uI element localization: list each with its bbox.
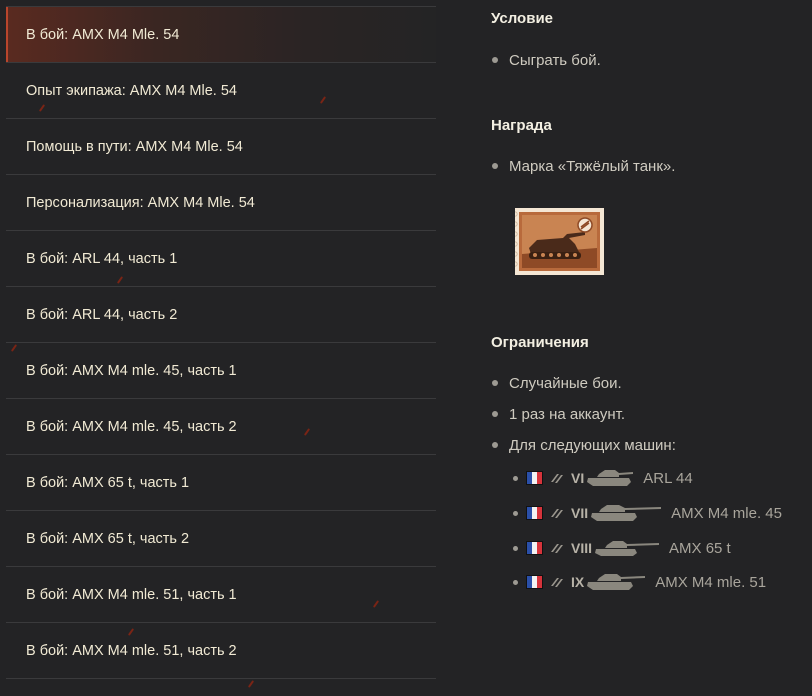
condition-item: Сыграть бой. xyxy=(491,50,601,70)
mission-item[interactable]: В бой: ARL 44, часть 1 xyxy=(6,231,436,287)
mission-item[interactable]: Помощь в пути: AMX M4 Mle. 54 xyxy=(6,119,436,175)
vehicle-name: ARL 44 xyxy=(643,469,693,487)
bullet-icon xyxy=(513,579,518,585)
mission-label: Персонализация: AMX M4 Mle. 54 xyxy=(26,194,255,211)
heavy-tank-icon xyxy=(551,474,563,483)
heavy-tank-icon xyxy=(551,544,563,553)
mission-item[interactable]: В бой: AMX M4 mle. 51, часть 2 xyxy=(6,623,436,679)
mission-label: В бой: AMX 65 t, часть 2 xyxy=(26,530,190,547)
restriction-text: 1 раз на аккаунт. xyxy=(509,405,625,423)
mission-item[interactable]: В бой: AMX 65 t, часть 1 xyxy=(6,455,436,511)
mission-item[interactable]: В бой: AMX M4 mle. 45, часть 1 xyxy=(6,343,436,399)
france-flag-icon xyxy=(527,472,542,484)
mission-label: В бой: ARL 44, часть 1 xyxy=(26,250,178,267)
reward-title: Награда xyxy=(491,117,552,134)
bullet-icon xyxy=(492,411,498,417)
mission-label: Помощь в пути: AMX M4 Mle. 54 xyxy=(26,138,243,155)
mission-label: В бой: AMX M4 mle. 45, часть 1 xyxy=(26,362,237,379)
reward-item: Марка «Тяжёлый танк». xyxy=(491,156,675,176)
vehicle-row[interactable]: VII AMX M4 mle. 45 xyxy=(513,502,782,524)
bullet-icon xyxy=(492,163,498,169)
mission-label: В бой: AMX M4 mle. 45, часть 2 xyxy=(26,418,237,435)
mission-label: В бой: AMX 65 t, часть 1 xyxy=(26,474,190,491)
vehicle-tier: IX xyxy=(571,574,585,590)
heavy-tank-stamp-icon[interactable] xyxy=(515,208,604,275)
mission-item[interactable]: В бой: ARL 44, часть 2 xyxy=(6,287,436,343)
mission-item[interactable]: Опыт экипажа: AMX M4 Mle. 54 xyxy=(6,63,436,119)
vehicle-name: AMX 65 t xyxy=(669,539,731,557)
ember-decoration xyxy=(247,680,255,688)
vehicle-name: AMX M4 mle. 51 xyxy=(655,573,767,591)
mission-list: В бой: AMX M4 Mle. 54 Опыт экипажа: AMX … xyxy=(6,6,436,679)
mission-item[interactable]: В бой: AMX M4 mle. 51, часть 1 xyxy=(6,567,436,623)
bullet-icon xyxy=(513,545,518,551)
restrictions-title: Ограничения xyxy=(491,334,589,351)
bullet-icon xyxy=(492,57,498,63)
vehicle-row[interactable]: VIII AMX 65 t xyxy=(513,537,731,559)
mission-item[interactable]: В бой: AMX M4 Mle. 54 xyxy=(6,7,436,63)
heavy-tank-icon xyxy=(551,578,563,587)
restriction-item: 1 раз на аккаунт. xyxy=(491,404,625,424)
condition-title: Условие xyxy=(491,10,554,27)
mission-label: В бой: AMX M4 Mle. 54 xyxy=(26,26,180,43)
bullet-icon xyxy=(513,510,518,516)
bullet-icon xyxy=(492,380,498,386)
mission-label: В бой: AMX M4 mle. 51, часть 1 xyxy=(26,586,237,603)
mission-label: В бой: ARL 44, часть 2 xyxy=(26,306,178,323)
mission-item[interactable]: Персонализация: AMX M4 Mle. 54 xyxy=(6,175,436,231)
vehicle-tier: VI xyxy=(571,470,585,486)
bullet-icon xyxy=(513,475,518,481)
france-flag-icon xyxy=(527,576,542,588)
reward-text: Марка «Тяжёлый танк». xyxy=(509,157,676,175)
mission-item[interactable]: В бой: AMX 65 t, часть 2 xyxy=(6,511,436,567)
condition-text: Сыграть бой. xyxy=(509,51,601,69)
restriction-text: Для следующих машин: xyxy=(509,436,676,454)
tank-silhouette-icon xyxy=(587,574,646,590)
vehicle-row[interactable]: VI ARL 44 xyxy=(513,467,693,489)
vehicle-name: AMX M4 mle. 45 xyxy=(671,504,782,522)
tank-silhouette-icon xyxy=(591,505,662,521)
bullet-icon xyxy=(492,442,498,448)
france-flag-icon xyxy=(527,542,542,554)
vehicle-tier: VIII xyxy=(571,540,593,556)
vehicle-tier: VII xyxy=(571,505,589,521)
tank-silhouette-icon xyxy=(587,470,634,486)
mission-item[interactable]: В бой: AMX M4 mle. 45, часть 2 xyxy=(6,399,436,455)
tank-silhouette-icon xyxy=(595,541,660,556)
restriction-item: Случайные бои. xyxy=(491,373,622,393)
france-flag-icon xyxy=(527,507,542,519)
mission-label: Опыт экипажа: AMX M4 Mle. 54 xyxy=(26,82,237,99)
mission-label: В бой: AMX M4 mle. 51, часть 2 xyxy=(26,642,237,659)
heavy-tank-icon xyxy=(551,509,563,518)
restriction-text: Случайные бои. xyxy=(509,374,622,392)
restriction-item: Для следующих машин: xyxy=(491,435,676,455)
vehicle-row[interactable]: IX AMX M4 mle. 51 xyxy=(513,571,766,593)
